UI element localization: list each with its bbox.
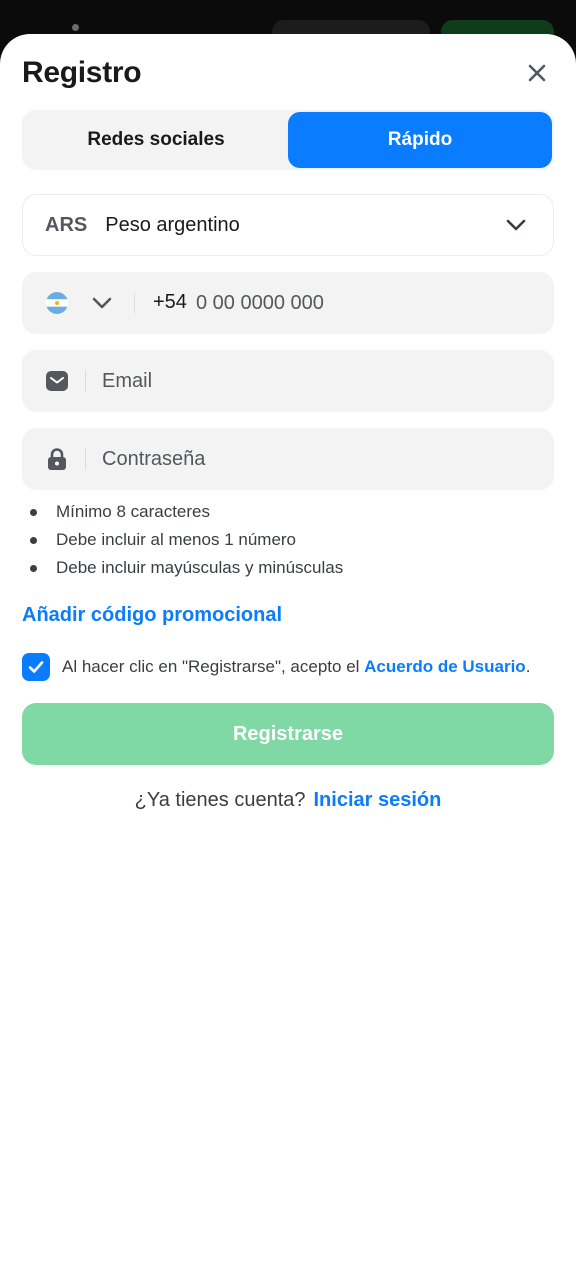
password-rule: Mínimo 8 caracteres [30, 500, 343, 528]
argentina-flag-icon[interactable] [46, 292, 68, 314]
login-prompt: ¿Ya tienes cuenta? [134, 789, 306, 811]
currency-select[interactable]: ARS Peso argentino [22, 194, 554, 256]
login-row: ¿Ya tienes cuenta? Iniciar sesión [0, 789, 576, 812]
agreement-row: Al hacer clic en "Registrarse", acepto e… [22, 653, 530, 681]
agreement-suffix: . [525, 657, 531, 676]
currency-name: Peso argentino [105, 213, 240, 236]
registration-tabs: Redes sociales Rápido [22, 110, 554, 170]
checkmark-icon [28, 661, 44, 673]
dialog-title: Registro [22, 56, 142, 89]
envelope-icon [44, 368, 70, 394]
close-icon [528, 64, 546, 82]
password-rule: Debe incluir al menos 1 número [30, 528, 343, 556]
background-indicator [72, 24, 79, 31]
user-agreement-link[interactable]: Acuerdo de Usuario [364, 657, 526, 676]
country-chevron-down-icon[interactable] [92, 293, 112, 313]
agreement-checkbox[interactable] [22, 653, 50, 681]
password-requirements: Mínimo 8 caracteres Debe incluir al meno… [30, 500, 343, 584]
register-button[interactable]: Registrarse [22, 703, 554, 765]
login-link[interactable]: Iniciar sesión [314, 789, 442, 811]
divider [85, 370, 86, 392]
add-promo-code-link[interactable]: Añadir código promocional [22, 604, 282, 627]
phone-field: +54 [22, 272, 554, 334]
tab-rapido[interactable]: Rápido [288, 112, 552, 168]
password-input[interactable] [102, 442, 522, 476]
phone-input[interactable] [196, 286, 516, 320]
email-field [22, 350, 554, 412]
divider [134, 293, 135, 313]
chevron-down-icon [506, 219, 526, 231]
password-rule: Debe incluir mayúsculas y minúsculas [30, 556, 343, 584]
password-field [22, 428, 554, 490]
email-input[interactable] [102, 364, 522, 398]
phone-prefix: +54 [153, 291, 187, 313]
currency-code: ARS [45, 213, 88, 236]
close-button[interactable] [521, 57, 553, 89]
tab-redes-sociales[interactable]: Redes sociales [24, 112, 288, 168]
registration-sheet: Registro Redes sociales Rápido ARS Peso … [0, 34, 576, 1280]
divider [85, 448, 86, 470]
agreement-label: Al hacer clic en "Registrarse", acepto e… [62, 657, 365, 676]
agreement-text: Al hacer clic en "Registrarse", acepto e… [62, 657, 530, 677]
lock-icon [44, 446, 70, 472]
